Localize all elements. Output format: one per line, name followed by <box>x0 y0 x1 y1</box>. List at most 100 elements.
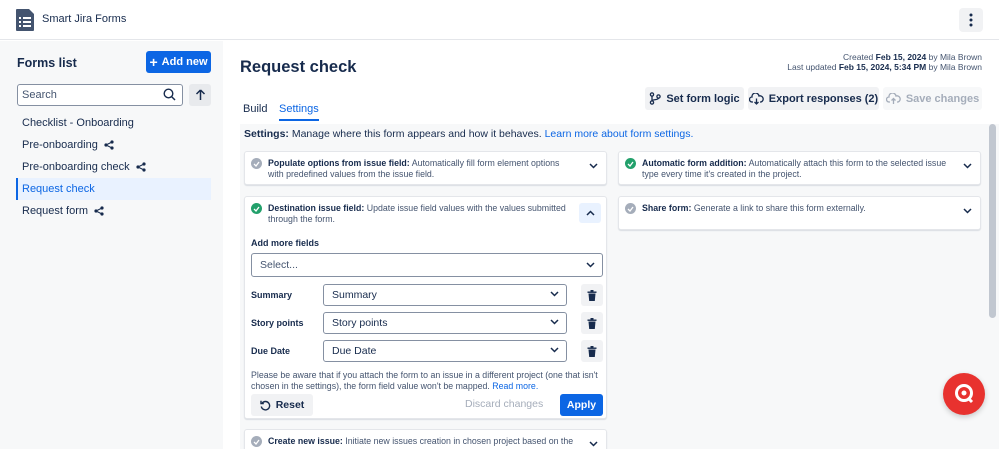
branch-icon <box>650 92 662 105</box>
trash-icon <box>587 345 597 357</box>
field-mapping-value: Summary <box>332 289 377 301</box>
sort-button[interactable] <box>189 84 211 106</box>
more-options-button[interactable] <box>959 8 983 32</box>
form-list-item-label: Request form <box>22 205 89 217</box>
set-form-logic-button[interactable]: Set form logic <box>645 87 744 110</box>
form-list-item-label: Pre-onboarding <box>22 139 98 151</box>
settings-intro-text: Manage where this form appears and how i… <box>291 128 542 140</box>
settings-panel: Settings: Manage where this form appears… <box>240 124 999 449</box>
field-mapping-select[interactable]: Story points <box>323 312 567 334</box>
created-date: Feb 15, 2024 <box>875 52 927 62</box>
chevron-down-icon <box>586 262 595 268</box>
settings-learn-more-link[interactable]: Learn more about form settings. <box>545 128 694 140</box>
field-row-label: Story points <box>251 318 304 328</box>
create-issue-desc: Initiate new issues creation in chosen p… <box>345 436 574 446</box>
share-form-card[interactable]: Share form: Generate a link to share thi… <box>618 196 981 230</box>
export-responses-label: Export responses (2) <box>768 92 879 105</box>
field-row-label: Summary <box>251 290 293 300</box>
chevron-down-icon[interactable] <box>589 441 598 447</box>
read-more-link[interactable]: Read more. <box>492 381 538 391</box>
populate-title: Populate options from issue field: <box>268 158 410 168</box>
enabled-check-icon <box>625 158 636 169</box>
field-row-label: Due Date <box>251 346 291 356</box>
delete-field-button[interactable] <box>581 340 603 362</box>
settings-intro-bold: Settings: <box>244 128 289 140</box>
form-list-item-label: Pre-onboarding check <box>22 161 130 173</box>
updated-by: by Mila Brown <box>928 62 982 72</box>
add-more-fields-label: Add more fields <box>251 238 320 248</box>
tab-settings[interactable]: Settings <box>279 103 319 121</box>
form-list-item[interactable]: Checklist - Onboarding <box>16 112 211 134</box>
cloud-upload-icon <box>885 92 901 104</box>
disabled-check-icon <box>625 203 636 214</box>
reset-button[interactable]: Reset <box>251 394 313 416</box>
disabled-check-icon <box>251 436 262 447</box>
plus-icon: + <box>149 54 158 70</box>
field-mapping-value: Story points <box>332 317 388 329</box>
add-field-select[interactable]: Select... <box>251 253 603 277</box>
automatic-addition-card[interactable]: Automatic form addition: Automatically a… <box>618 151 981 185</box>
app-title: Smart Jira Forms <box>42 13 127 25</box>
form-list-item[interactable]: Pre-onboarding <box>16 134 211 156</box>
form-list-item-label: Checklist - Onboarding <box>22 117 134 129</box>
form-list-item-label: Request check <box>22 183 95 195</box>
share-icon <box>136 162 146 172</box>
forms-sidebar: Forms list + Add new Checklist - Onboard… <box>0 41 223 449</box>
updated-prefix: Last updated <box>787 62 837 72</box>
form-meta: Created Feb 15, 2024 by Mila Brown Last … <box>787 52 982 72</box>
updated-date: Feb 15, 2024, 5:34 PM <box>838 62 927 72</box>
disabled-check-icon <box>251 158 262 169</box>
search-input[interactable] <box>18 85 158 104</box>
apply-button[interactable]: Apply <box>560 394 603 416</box>
tab-build[interactable]: Build <box>243 103 267 121</box>
chevron-down-icon[interactable] <box>963 208 972 214</box>
created-prefix: Created <box>843 52 874 62</box>
reset-label: Reset <box>275 399 305 411</box>
destination-title: Destination issue field: <box>268 203 365 213</box>
field-mapping-value: Due Date <box>332 345 377 357</box>
created-by: by Mila Brown <box>928 52 982 62</box>
save-changes-label: Save changes <box>905 92 980 105</box>
search-field[interactable] <box>17 84 183 106</box>
destination-field-card: Destination issue field: Update issue fi… <box>244 196 607 419</box>
create-issue-card[interactable]: Create new issue: Initiate new issues cr… <box>244 429 607 449</box>
help-chat-button[interactable] <box>943 373 985 415</box>
delete-field-button[interactable] <box>581 312 603 334</box>
save-changes-button[interactable]: Save changes <box>883 87 982 110</box>
mapping-note: Please be aware that if you attach the f… <box>251 370 606 392</box>
discard-changes-button[interactable]: Discard changes <box>465 398 543 410</box>
page-title: Request check <box>240 58 357 76</box>
form-list-item-active[interactable]: Request check <box>16 178 211 200</box>
settings-scrollbar[interactable] <box>989 124 996 318</box>
chevron-down-icon[interactable] <box>589 163 598 169</box>
cloud-download-icon <box>748 92 764 105</box>
field-mapping-select[interactable]: Due Date <box>323 340 567 362</box>
share-form-title: Share form: <box>642 203 692 213</box>
add-new-button[interactable]: + Add new <box>146 51 211 73</box>
field-mapping-select[interactable]: Summary <box>323 284 567 306</box>
share-form-desc: Generate a link to share this form exter… <box>693 203 866 213</box>
mapping-note-text: Please be aware that if you attach the f… <box>251 370 598 391</box>
delete-field-button[interactable] <box>581 284 603 306</box>
search-icon <box>163 88 176 101</box>
form-list-item[interactable]: Request form <box>16 200 211 222</box>
chevron-down-icon[interactable] <box>963 163 972 169</box>
main-content: Request check Created Feb 15, 2024 by Mi… <box>223 41 999 449</box>
more-vertical-icon <box>969 13 973 27</box>
chevron-down-icon <box>550 347 559 353</box>
chevron-down-icon <box>550 319 559 325</box>
form-list-item[interactable]: Pre-onboarding check <box>16 156 211 178</box>
chevron-up-icon <box>585 210 595 216</box>
trash-icon <box>587 289 597 301</box>
settings-intro: Settings: Manage where this form appears… <box>244 128 693 140</box>
set-form-logic-label: Set form logic <box>666 92 740 105</box>
forms-logo-icon <box>16 9 34 31</box>
chevron-down-icon <box>550 291 559 297</box>
collapse-button[interactable] <box>579 203 601 223</box>
populate-options-card[interactable]: Populate options from issue field: Autom… <box>244 151 607 185</box>
share-icon <box>94 206 104 216</box>
enabled-check-icon <box>251 203 262 214</box>
add-new-label: Add new <box>161 56 208 68</box>
export-responses-button[interactable]: Export responses (2) <box>748 87 879 110</box>
auto-add-title: Automatic form addition: <box>642 158 747 168</box>
